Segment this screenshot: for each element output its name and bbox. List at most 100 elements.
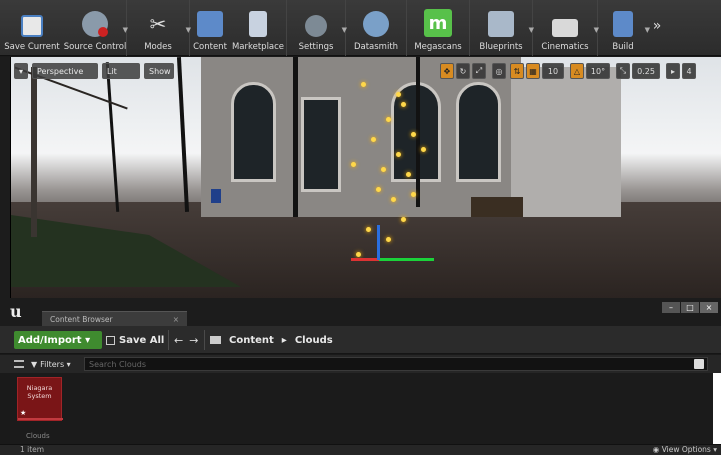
- asset-tile-niagara-system[interactable]: Niagara System ★: [17, 377, 63, 421]
- camera-speed-icon[interactable]: ▸: [666, 63, 680, 79]
- view-options-button[interactable]: ◉ View Options ▾: [653, 445, 717, 454]
- view-options-label: View Options ▾: [661, 445, 717, 454]
- breadcrumb-clouds[interactable]: Clouds: [295, 335, 333, 346]
- maximize-button[interactable]: □: [681, 302, 699, 313]
- main-toolbar: Save Current Source Control ▼ ✂ Modes ▼ …: [0, 0, 721, 56]
- settings-button[interactable]: Settings ▼: [287, 0, 347, 56]
- translate-tool-icon[interactable]: ✥: [440, 63, 454, 79]
- rotation-snap-icon[interactable]: △: [570, 63, 584, 79]
- build-icon: [613, 11, 633, 37]
- minimize-button[interactable]: –: [662, 302, 680, 313]
- source-control-button[interactable]: Source Control ▼: [64, 0, 128, 56]
- sources-panel-icon[interactable]: [14, 360, 24, 368]
- unreal-editor: Save Current Source Control ▼ ✂ Modes ▼ …: [0, 0, 721, 455]
- gizmo-z-axis[interactable]: [377, 225, 380, 260]
- forward-arrow-icon[interactable]: →: [189, 334, 198, 347]
- close-button[interactable]: ×: [700, 302, 718, 313]
- chevron-right-icon: ▸: [281, 334, 287, 346]
- building-side: [511, 67, 621, 217]
- save-all-label: Save All: [119, 334, 165, 346]
- show-label: Show: [149, 66, 171, 76]
- marketplace-icon: [249, 11, 267, 37]
- surface-snap-icon[interactable]: ⇅: [510, 63, 524, 79]
- modes-button[interactable]: ✂ Modes ▼: [127, 0, 191, 56]
- viewport-left-strip: [0, 57, 10, 298]
- save-icon: [106, 335, 115, 345]
- grid-snap-icon[interactable]: ▦: [526, 63, 540, 79]
- asset-name: Niagara System: [26, 384, 53, 400]
- add-import-label: Add/Import ▾: [18, 334, 91, 346]
- viewport-toolbar: ▾ Perspective Lit Show ✥ ↻ ⤢ ◎ ⇅ ▦ 10 △ …: [10, 60, 721, 82]
- scale-snap-value[interactable]: 0.25: [632, 63, 660, 79]
- search-input[interactable]: Search Clouds: [84, 357, 708, 371]
- camera-speed-value[interactable]: 4: [682, 63, 696, 79]
- save-all-button[interactable]: Save All: [106, 331, 164, 349]
- save-icon: [21, 15, 43, 37]
- save-current-button[interactable]: Save Current: [0, 0, 64, 56]
- content-icon: [197, 11, 223, 37]
- history-nav: ← →: [174, 331, 198, 349]
- build-button[interactable]: Build ▼: [598, 0, 650, 56]
- chevron-down-icon: ▾: [19, 66, 24, 76]
- breadcrumb-content[interactable]: Content: [229, 335, 274, 346]
- eye-icon: ◉: [652, 445, 662, 454]
- scale-snap-icon[interactable]: ⤡: [616, 63, 630, 79]
- niagara-particle-system[interactable]: [341, 77, 441, 277]
- rotate-tool-icon[interactable]: ↻: [456, 63, 470, 79]
- perspective-label: Perspective: [37, 66, 84, 76]
- window-controls: – □ ×: [662, 302, 718, 313]
- building-window: [231, 82, 276, 182]
- world-local-icon[interactable]: ◎: [492, 63, 506, 79]
- megascans-button[interactable]: m Megascans: [407, 0, 469, 56]
- building-door: [301, 97, 341, 192]
- blueprints-icon: [488, 11, 514, 37]
- rotation-snap-value[interactable]: 10°: [586, 63, 610, 79]
- building-window: [456, 82, 501, 182]
- close-icon[interactable]: ×: [173, 315, 179, 324]
- tree-trunk: [31, 67, 37, 237]
- show-button[interactable]: Show: [144, 63, 174, 79]
- filter-icon: ▼: [31, 359, 38, 369]
- cinematics-button[interactable]: Cinematics ▼: [533, 0, 599, 56]
- breadcrumb: Content ▸ Clouds: [210, 331, 333, 349]
- folder-icon: [210, 336, 221, 344]
- source-control-icon: [82, 11, 108, 37]
- star-icon: ★: [20, 409, 27, 417]
- perspective-button[interactable]: Perspective: [32, 63, 98, 79]
- search-placeholder: Search Clouds: [89, 359, 147, 369]
- search-icon[interactable]: [694, 359, 704, 369]
- chevron-right-icon: »: [652, 18, 662, 34]
- lamp-post: [105, 62, 120, 212]
- add-import-button[interactable]: Add/Import ▾: [14, 331, 102, 349]
- unreal-logo: u: [10, 302, 22, 321]
- filters-label: Filters ▾: [40, 359, 71, 369]
- filters-button[interactable]: ▼ Filters ▾: [14, 357, 71, 371]
- cinematics-icon: [552, 19, 578, 37]
- asset-type-bar: [18, 418, 63, 420]
- datasmith-button[interactable]: Datasmith: [346, 0, 406, 56]
- datasmith-icon: [363, 11, 389, 37]
- details-panel-edge: [713, 373, 721, 444]
- toolbar-divider: [204, 330, 205, 350]
- grid-snap-value[interactable]: 10: [542, 63, 564, 79]
- marketplace-button[interactable]: Marketplace: [230, 0, 286, 56]
- megascans-icon: m: [424, 9, 452, 37]
- back-arrow-icon[interactable]: ←: [174, 334, 183, 347]
- toolbar-divider: [168, 330, 169, 350]
- lit-mode-button[interactable]: Lit: [102, 63, 140, 79]
- scale-tool-icon[interactable]: ⤢: [472, 63, 486, 79]
- mailbox: [211, 189, 221, 203]
- toolbar-overflow-button[interactable]: »: [648, 0, 666, 56]
- folder-label: Clouds: [26, 432, 50, 440]
- gizmo-x-axis[interactable]: [379, 258, 434, 261]
- status-bar: [0, 444, 721, 455]
- items-count: 1 item: [20, 445, 45, 454]
- blueprints-button[interactable]: Blueprints ▼: [470, 0, 534, 56]
- level-viewport[interactable]: [10, 57, 721, 298]
- tab-content-browser[interactable]: Content Browser ×: [42, 311, 187, 326]
- content-button[interactable]: Content: [190, 0, 230, 56]
- settings-icon: [305, 15, 327, 37]
- asset-view[interactable]: [10, 373, 713, 444]
- modes-icon: ✂: [149, 12, 167, 36]
- viewport-options-button[interactable]: ▾: [14, 63, 28, 79]
